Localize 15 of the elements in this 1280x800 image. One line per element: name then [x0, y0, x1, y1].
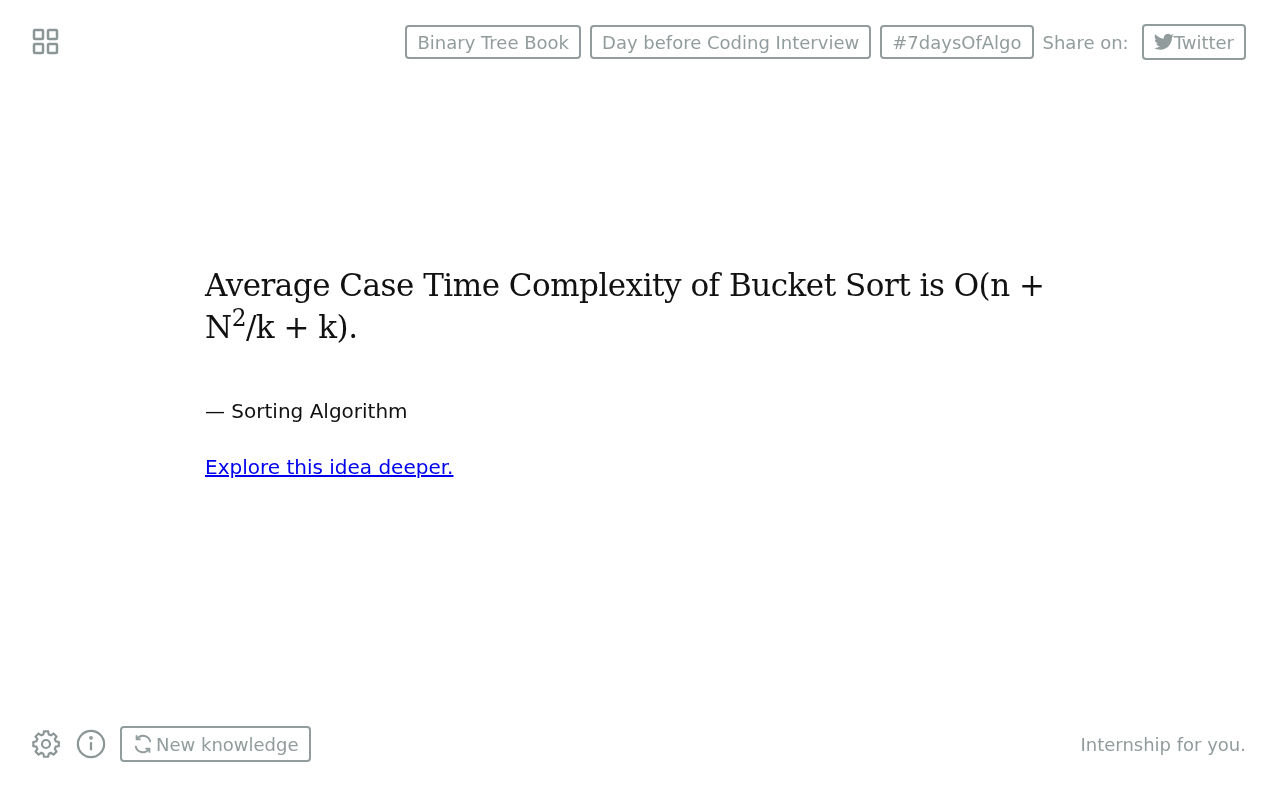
bird-icon [1153, 33, 1174, 51]
new-knowledge-button[interactable]: New knowledge [120, 726, 311, 762]
refresh-icon [132, 733, 154, 755]
grid-icon[interactable] [32, 28, 60, 56]
header-link[interactable]: #7daysOfAlgo [880, 25, 1034, 59]
quote-text: Average Case Time Complexity of Bucket Sort is O(n + N$^{2}$/k + k). [205, 266, 1046, 347]
quote-source: — Sorting Algorithm [205, 398, 409, 425]
settings-icon[interactable] [30, 728, 62, 760]
info-icon[interactable] [76, 729, 106, 759]
twitter-button[interactable]: Twitter [1141, 24, 1246, 60]
header-link[interactable]: Day before Coding Interview [590, 25, 872, 59]
internship-text: Internship for you. [1080, 732, 1246, 757]
explore-link[interactable]: Explore this idea deeper. [205, 452, 454, 482]
header-link[interactable]: Binary Tree Book [405, 25, 582, 59]
share-label: Share on: [1042, 30, 1129, 55]
